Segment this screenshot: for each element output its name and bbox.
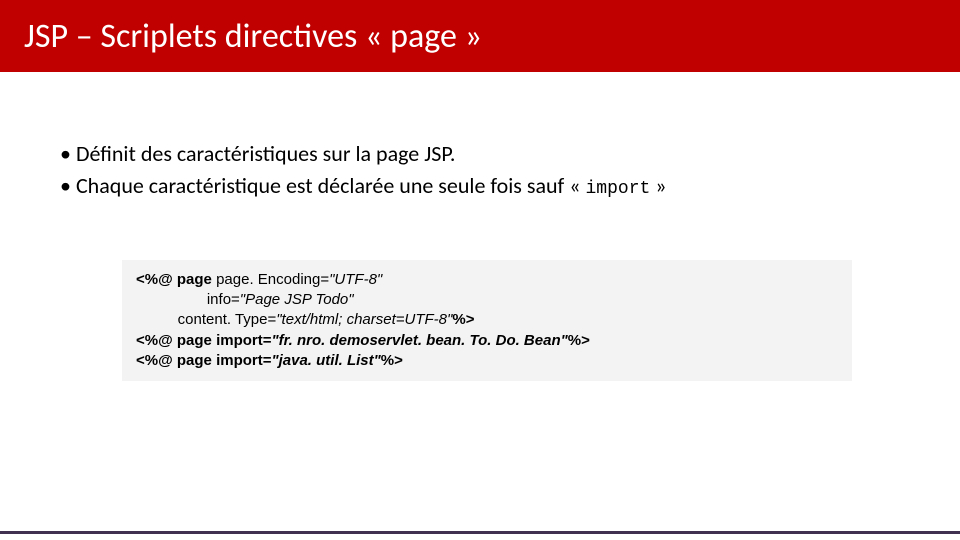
code-block: <%@ page page. Encoding="UTF-8" info="Pa… — [122, 260, 852, 381]
code-str: "UTF-8" — [329, 271, 382, 288]
code-kw: <%@ page — [136, 271, 216, 288]
code-kw: %> — [381, 352, 403, 369]
code-str: "fr. nro. demoservlet. bean. To. Do. Bea… — [272, 332, 568, 349]
code-text: info= — [136, 291, 240, 308]
code-kw: %> — [452, 311, 474, 328]
bullet-text-pre: Chaque caractéristique est déclarée une … — [76, 172, 586, 199]
code-str: "Page JSP Todo" — [240, 291, 354, 308]
slide-title: JSP – Scriplets directives « page » — [24, 16, 482, 57]
code-text: page. Encoding= — [216, 271, 329, 288]
code-str: "java. util. List" — [272, 352, 381, 369]
code-kw: %> — [568, 332, 590, 349]
bullet-item: Chaque caractéristique est déclarée une … — [60, 170, 900, 202]
bullet-text: Définit des caractéristiques sur la page… — [76, 140, 456, 167]
code-text: content. Type= — [136, 311, 276, 328]
inline-code: import — [585, 179, 650, 199]
bullet-text-post: » — [650, 172, 666, 199]
header-band: JSP – Scriplets directives « page » — [0, 0, 960, 72]
bullet-item: Définit des caractéristiques sur la page… — [60, 138, 900, 170]
slide-body: Définit des caractéristiques sur la page… — [0, 72, 960, 381]
code-kw: <%@ page import= — [136, 332, 272, 349]
code-str: "text/html; charset=UTF-8" — [276, 311, 452, 328]
bullet-list: Définit des caractéristiques sur la page… — [60, 138, 900, 202]
code-kw: <%@ page import= — [136, 352, 272, 369]
footer-divider — [0, 531, 960, 534]
